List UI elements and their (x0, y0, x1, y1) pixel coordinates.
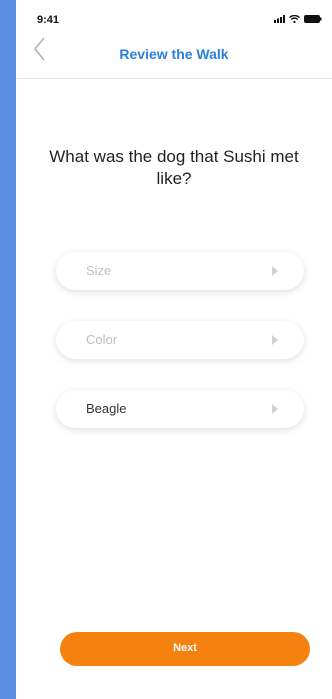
size-selector[interactable]: Size (56, 252, 304, 290)
app-screen: 9:41 Review the Walk What was the dog th… (16, 0, 332, 699)
nav-bar: Review the Walk (16, 30, 332, 79)
size-selector-label: Size (86, 263, 112, 278)
signal-icon (274, 15, 285, 23)
next-button-label: Next (173, 642, 197, 654)
page-title: Review the Walk (119, 46, 229, 62)
caret-right-icon (272, 266, 278, 276)
status-time: 9:41 (37, 14, 60, 26)
next-button[interactable]: Next (60, 632, 310, 666)
status-bar: 9:41 (16, 0, 332, 30)
color-selector[interactable]: Color (56, 321, 304, 359)
color-selector-label: Color (86, 332, 118, 347)
wifi-icon (289, 15, 300, 23)
caret-right-icon (272, 335, 278, 345)
battery-icon (304, 15, 322, 23)
question-text: What was the dog that Sushi met like? (49, 147, 299, 188)
status-icons (274, 15, 322, 23)
breed-selector[interactable]: Beagle (56, 390, 304, 428)
breed-selector-label: Beagle (86, 401, 127, 416)
caret-right-icon (272, 404, 278, 414)
